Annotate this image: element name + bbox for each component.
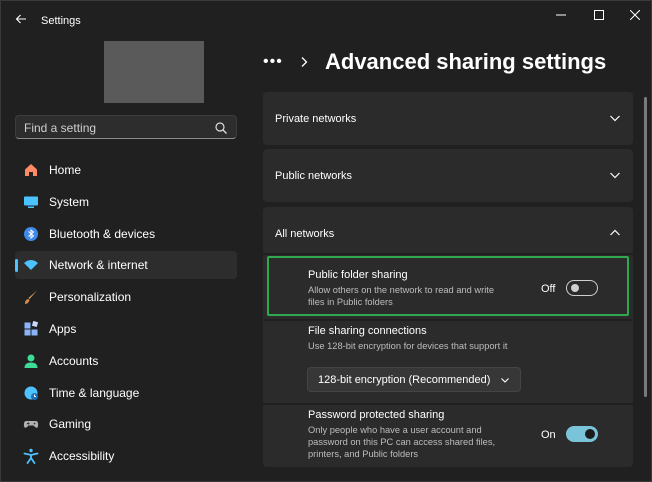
sidebar-nav: Home System Bluetooth & devices Network … xyxy=(15,156,237,474)
file-sharing-desc: Use 128-bit encryption for devices that … xyxy=(308,341,508,351)
more-icon[interactable]: ••• xyxy=(263,53,287,71)
sidebar-item-accounts[interactable]: Accounts xyxy=(15,347,237,375)
sidebar-item-label: Accessibility xyxy=(49,449,115,464)
password-sharing-title: Password protected sharing xyxy=(308,409,445,421)
system-icon xyxy=(22,193,40,211)
toggle-knob xyxy=(585,429,595,439)
minimize-icon xyxy=(556,14,566,16)
app-title: Settings xyxy=(41,15,81,27)
public-folder-sharing-desc: Allow others on the network to read and … xyxy=(308,285,495,295)
sidebar-item-personalization[interactable]: Personalization xyxy=(15,283,237,311)
public-networks-header[interactable]: Public networks xyxy=(263,149,633,201)
gaming-icon xyxy=(22,415,40,433)
password-sharing-desc: password on this PC can access shared fi… xyxy=(308,437,496,447)
user-avatar[interactable] xyxy=(104,41,204,103)
sidebar-item-label: System xyxy=(49,194,90,209)
sidebar-item-apps[interactable]: Apps xyxy=(15,315,237,343)
maximize-icon xyxy=(594,10,604,20)
public-folder-toggle-state: Off xyxy=(541,283,556,295)
sidebar-item-label: Network & internet xyxy=(49,258,148,273)
sidebar-item-gaming[interactable]: Gaming xyxy=(15,410,237,438)
sidebar-item-system[interactable]: System xyxy=(15,188,237,216)
settings-window: Settings Home System xyxy=(0,0,652,482)
active-indicator xyxy=(15,259,18,273)
breadcrumb: ••• Advanced sharing settings xyxy=(263,45,606,79)
section-title: Private networks xyxy=(275,113,357,125)
brush-icon xyxy=(22,288,40,306)
back-arrow-icon xyxy=(15,14,26,24)
password-sharing-toggle[interactable] xyxy=(566,426,598,442)
sidebar-item-label: Bluetooth & devices xyxy=(49,226,156,241)
chevron-down-icon[interactable] xyxy=(609,169,621,181)
apps-icon xyxy=(22,320,40,338)
all-networks-header[interactable]: All networks xyxy=(263,207,633,259)
public-folder-sharing-toggle[interactable] xyxy=(566,280,598,296)
password-sharing-desc: printers, and Public folders xyxy=(308,449,419,459)
public-networks-section[interactable]: Public networks xyxy=(263,149,633,202)
chevron-right-icon xyxy=(301,57,308,67)
sidebar-item-label: Time & language xyxy=(49,385,140,400)
home-icon xyxy=(22,161,40,179)
chevron-up-icon[interactable] xyxy=(609,227,621,239)
close-icon xyxy=(630,10,640,20)
accounts-icon xyxy=(22,352,40,370)
public-folder-sharing-desc: files in Public folders xyxy=(308,297,393,307)
section-title: All networks xyxy=(275,228,335,240)
file-sharing-title: File sharing connections xyxy=(308,325,427,337)
search-icon[interactable] xyxy=(214,121,228,135)
divider xyxy=(263,253,633,255)
private-networks-section[interactable]: Private networks xyxy=(263,92,633,145)
sidebar-item-label: Gaming xyxy=(49,417,92,432)
sidebar-item-accessibility[interactable]: Accessibility xyxy=(15,442,237,470)
encryption-select[interactable]: 128-bit encryption (Recommended) xyxy=(307,367,521,392)
accessibility-icon xyxy=(22,447,40,465)
sidebar-item-label: Apps xyxy=(49,321,77,336)
page-title: Advanced sharing settings xyxy=(325,49,607,74)
chevron-down-icon xyxy=(501,378,509,383)
bluetooth-icon xyxy=(22,225,40,243)
encryption-select-value: 128-bit encryption (Recommended) xyxy=(318,374,491,386)
divider xyxy=(263,319,633,321)
public-folder-sharing-title: Public folder sharing xyxy=(308,269,408,281)
close-button[interactable] xyxy=(621,5,649,25)
globe-icon xyxy=(22,384,40,402)
password-toggle-state: On xyxy=(541,429,556,441)
sidebar-item-label: Personalization xyxy=(49,290,132,305)
password-sharing-desc: Only people who have a user account and xyxy=(308,425,482,435)
minimize-button[interactable] xyxy=(547,5,575,25)
sidebar-item-time-language[interactable]: Time & language xyxy=(15,379,237,407)
sidebar-item-label: Home xyxy=(49,163,82,177)
chevron-down-icon[interactable] xyxy=(609,112,621,124)
search-box[interactable] xyxy=(15,115,237,139)
sidebar-item-home[interactable]: Home xyxy=(15,156,237,184)
toggle-knob xyxy=(571,284,579,292)
sidebar-item-bluetooth[interactable]: Bluetooth & devices xyxy=(15,220,237,248)
section-title: Public networks xyxy=(275,170,353,182)
scrollbar[interactable] xyxy=(644,97,647,397)
search-input[interactable] xyxy=(24,120,204,136)
divider xyxy=(263,403,633,405)
maximize-button[interactable] xyxy=(585,5,613,25)
back-button[interactable] xyxy=(9,7,33,31)
sidebar-item-label: Accounts xyxy=(49,353,99,368)
network-icon xyxy=(22,256,40,274)
private-networks-header[interactable]: Private networks xyxy=(263,92,633,144)
sidebar-item-network[interactable]: Network & internet xyxy=(15,251,237,280)
title-bar: Settings xyxy=(1,1,651,37)
